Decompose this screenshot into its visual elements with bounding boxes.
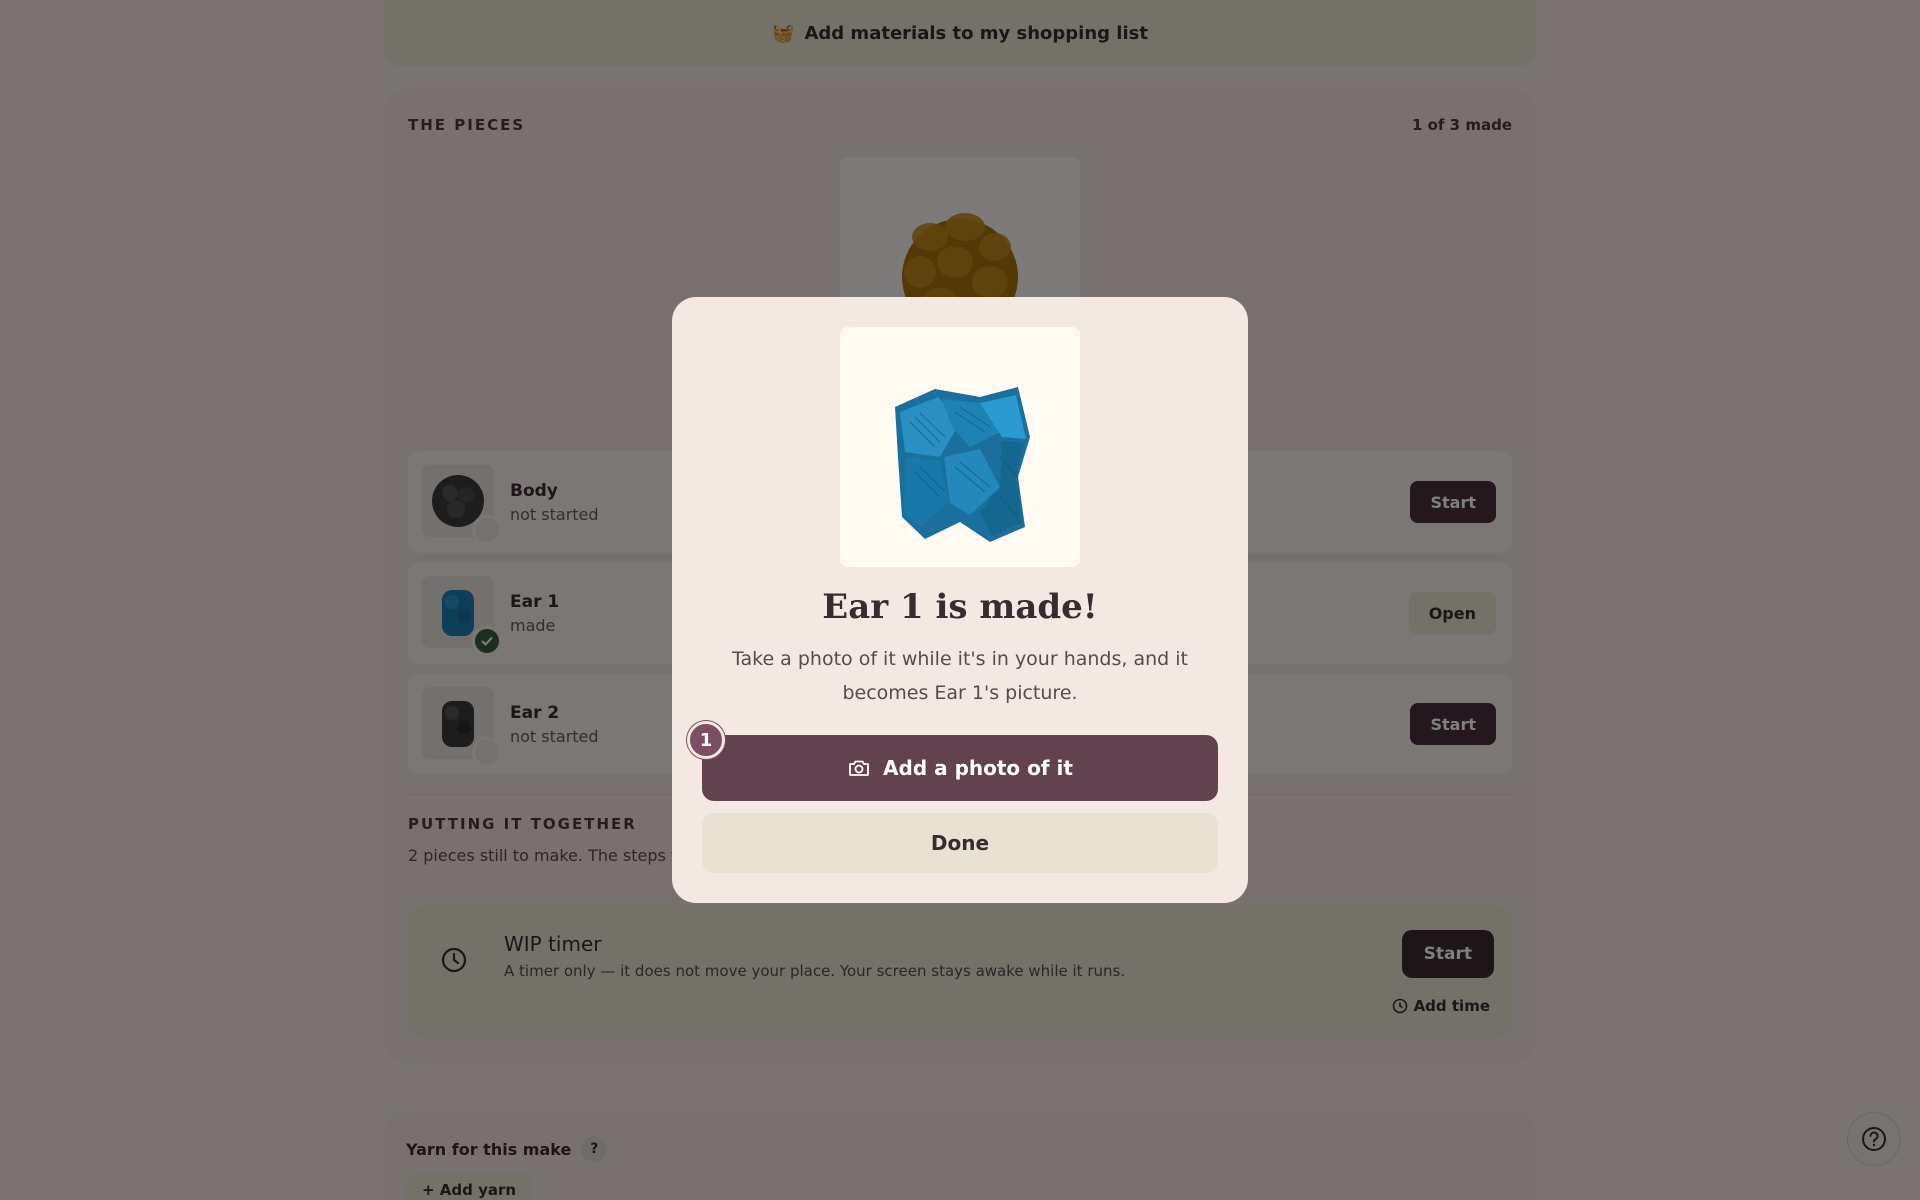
step-number-badge: 1 bbox=[687, 721, 725, 759]
piece-made-dialog: Ear 1 is made! Take a photo of it while … bbox=[672, 297, 1248, 903]
camera-icon bbox=[849, 760, 869, 776]
add-photo-button[interactable]: Add a photo of it bbox=[702, 735, 1218, 801]
dialog-description: Take a photo of it while it's in your ha… bbox=[732, 648, 1188, 704]
dialog-title: Ear 1 is made! bbox=[822, 587, 1098, 627]
done-button[interactable]: Done bbox=[702, 813, 1218, 873]
add-photo-label: Add a photo of it bbox=[883, 756, 1073, 780]
piece-image bbox=[840, 327, 1080, 567]
